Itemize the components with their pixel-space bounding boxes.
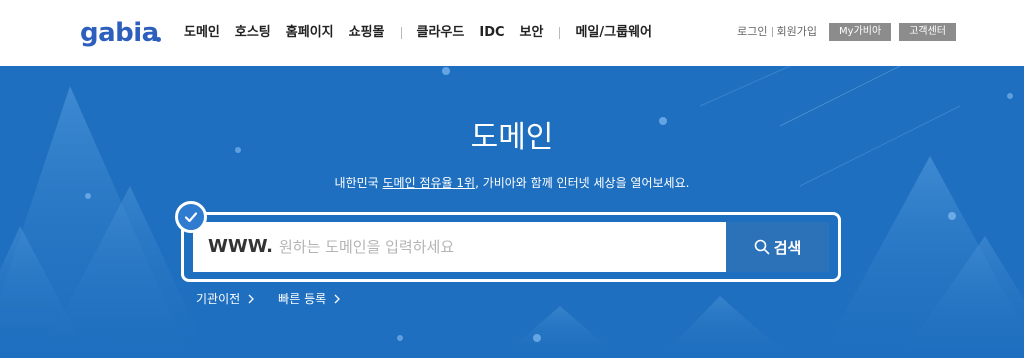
search-field-container: WWW. 검색 (193, 222, 829, 272)
domain-hero: 도메인 내한민국 도메인 점유율 1위, 가비아와 함께 인터넷 세상을 열어보… (0, 66, 1024, 358)
nav-item-security[interactable]: 보안 (520, 23, 544, 43)
customer-center-button[interactable]: 고객센터 (899, 23, 956, 41)
subtitle-text-pre: 내한민국 (334, 176, 383, 190)
search-button-label: 검색 (773, 238, 802, 257)
util-divider (771, 27, 773, 37)
quick-register-label: 빠른 등록 (278, 292, 327, 306)
header: gabia 도메인 호스팅 홈페이지 쇼핑몰 클라우드 IDC 보안 메일/그룹… (0, 0, 1024, 66)
agency-transfer-label: 기관이전 (196, 292, 241, 306)
nav-item-idc[interactable]: IDC (479, 23, 504, 43)
nav-item-hosting[interactable]: 호스팅 (235, 23, 271, 43)
nav-item-cloud[interactable]: 클라우드 (417, 23, 465, 43)
nav-item-shoppingmall[interactable]: 쇼핑몰 (349, 23, 385, 43)
login-link[interactable]: 로그인 (737, 22, 767, 42)
search-button[interactable]: 검색 (726, 222, 829, 272)
nav-item-mail-groupware[interactable]: 메일/그룹웨어 (575, 23, 652, 43)
my-gabia-button[interactable]: My가비아 (829, 23, 892, 41)
logo-text: gabia (80, 18, 159, 48)
nav-divider (400, 27, 402, 39)
signup-link[interactable]: 회원가입 (777, 22, 817, 42)
logo-dot (156, 37, 161, 42)
utility-menu: 로그인 회원가입 My가비아 고객센터 (737, 22, 956, 42)
subtitle-text-post: , 가비아와 함께 인터넷 세상을 열어보세요. (475, 176, 690, 190)
quick-register-link[interactable]: 빠른 등록 (278, 290, 341, 308)
nav-item-domain[interactable]: 도메인 (184, 23, 220, 43)
nav-divider (559, 27, 561, 39)
search-icon (754, 239, 769, 255)
agency-transfer-link[interactable]: 기관이전 (196, 290, 255, 308)
domain-search-box: WWW. 검색 (181, 212, 841, 282)
nav-item-homepage[interactable]: 홈페이지 (286, 23, 334, 43)
domain-share-link[interactable]: 도메인 점유율 1위 (383, 176, 476, 190)
check-icon (175, 201, 207, 233)
chevron-right-icon (334, 294, 341, 304)
gabia-logo[interactable]: gabia (80, 17, 164, 49)
main-nav: 도메인 호스팅 홈페이지 쇼핑몰 클라우드 IDC 보안 메일/그룹웨어 (184, 23, 667, 43)
hero-links: 기관이전 빠른 등록 (196, 290, 364, 308)
www-prefix: WWW. (208, 236, 273, 257)
hero-title: 도메인 (470, 120, 554, 155)
chevron-right-icon (248, 294, 255, 304)
domain-search-input[interactable] (279, 222, 729, 272)
hero-subtitle: 내한민국 도메인 점유율 1위, 가비아와 함께 인터넷 세상을 열어보세요. (0, 174, 1024, 192)
